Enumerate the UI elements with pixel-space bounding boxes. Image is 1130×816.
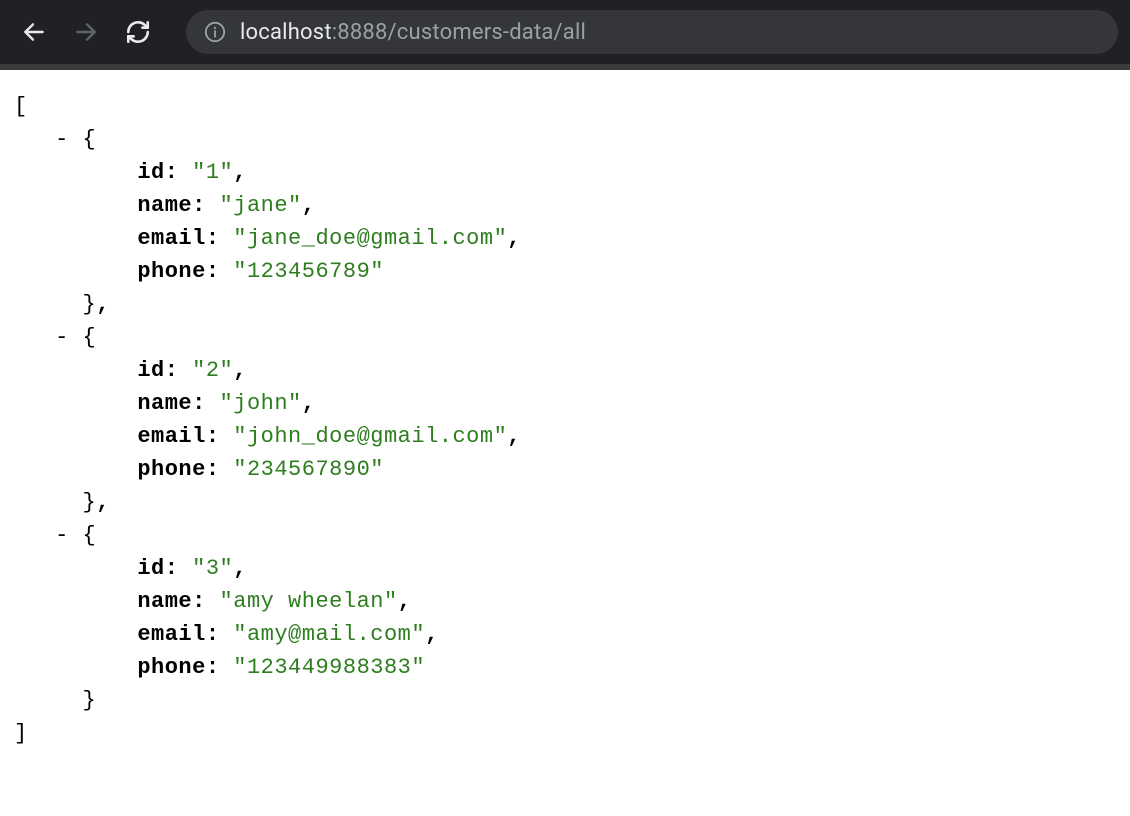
collapse-toggle-icon[interactable]: - <box>55 325 69 350</box>
json-kv-name: name: "amy wheelan", <box>14 585 1116 618</box>
json-kv-phone: phone: "234567890" <box>14 453 1116 486</box>
json-object-close: }, <box>14 288 1116 321</box>
json-kv-id: id: "3", <box>14 552 1116 585</box>
collapse-toggle-icon[interactable]: - <box>55 127 69 152</box>
collapse-toggle-icon[interactable]: - <box>55 523 69 548</box>
forward-button[interactable] <box>64 10 108 54</box>
json-object-open: - { <box>14 321 1116 354</box>
url-text: localhost:8888/customers-data/all <box>240 20 586 45</box>
back-button[interactable] <box>12 10 56 54</box>
json-kv-email: email: "jane_doe@gmail.com", <box>14 222 1116 255</box>
url-host: localhost <box>240 20 332 45</box>
json-kv-email: email: "john_doe@gmail.com", <box>14 420 1116 453</box>
json-object-open: - { <box>14 519 1116 552</box>
browser-toolbar: localhost:8888/customers-data/all <box>0 0 1130 64</box>
json-object-close: } <box>14 684 1116 717</box>
json-array-open: [ <box>14 90 1116 123</box>
json-kv-phone: phone: "123456789" <box>14 255 1116 288</box>
json-kv-phone: phone: "123449988383" <box>14 651 1116 684</box>
json-kv-name: name: "jane", <box>14 189 1116 222</box>
json-array-close: ] <box>14 717 1116 750</box>
reload-button[interactable] <box>116 10 160 54</box>
json-kv-email: email: "amy@mail.com", <box>14 618 1116 651</box>
url-rest: :8888/customers-data/all <box>332 20 586 45</box>
json-object-open: - { <box>14 123 1116 156</box>
json-object-close: }, <box>14 486 1116 519</box>
info-icon <box>204 21 226 43</box>
json-kv-id: id: "1", <box>14 156 1116 189</box>
address-bar[interactable]: localhost:8888/customers-data/all <box>186 10 1118 54</box>
reload-icon <box>125 19 151 45</box>
json-viewer: [ - { id: "1", name: "jane", email: "jan… <box>0 70 1130 770</box>
back-arrow-icon <box>21 19 47 45</box>
forward-arrow-icon <box>73 19 99 45</box>
json-kv-id: id: "2", <box>14 354 1116 387</box>
json-kv-name: name: "john", <box>14 387 1116 420</box>
